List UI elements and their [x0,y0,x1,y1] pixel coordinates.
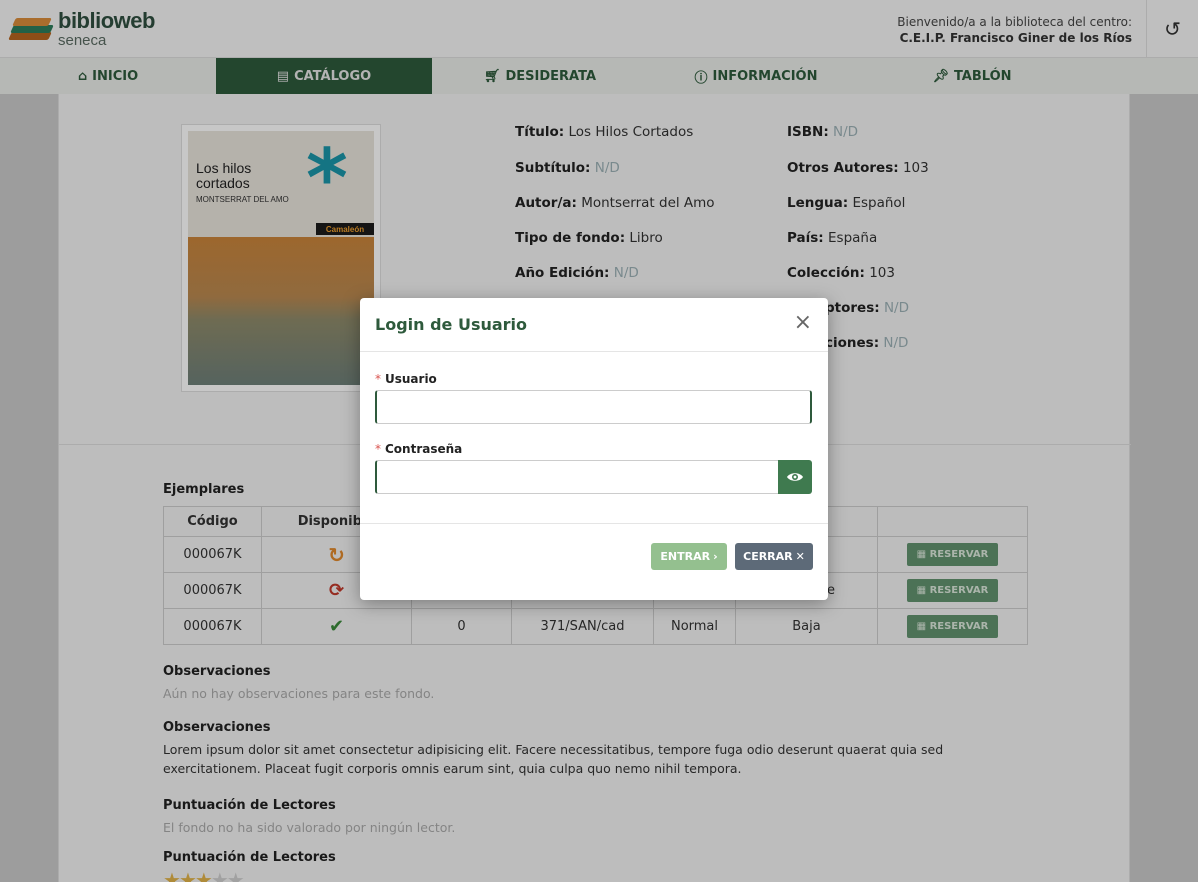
close-label: CERRAR [743,550,793,563]
required-mark: * [375,442,381,456]
eye-icon [787,473,803,481]
chevron-right-icon: › [713,550,718,563]
contrasena-input[interactable] [375,460,779,494]
close-button[interactable]: CERRAR ✕ [735,543,813,570]
modal-header: Login de Usuario × [360,298,828,352]
usuario-input[interactable] [375,390,812,424]
enter-label: ENTRAR [660,550,711,563]
show-password-button[interactable] [778,460,812,494]
login-modal: Login de Usuario × * Usuario * Contraseña … [360,298,828,600]
x-icon: ✕ [795,550,805,563]
usuario-label: * Usuario [375,372,437,386]
close-icon[interactable]: × [794,312,812,334]
required-mark: * [375,372,381,386]
modal-title: Login de Usuario [375,315,528,334]
contrasena-label: * Contraseña [375,442,463,456]
modal-footer-divider [360,523,828,524]
enter-button[interactable]: ENTRAR › [651,543,727,570]
